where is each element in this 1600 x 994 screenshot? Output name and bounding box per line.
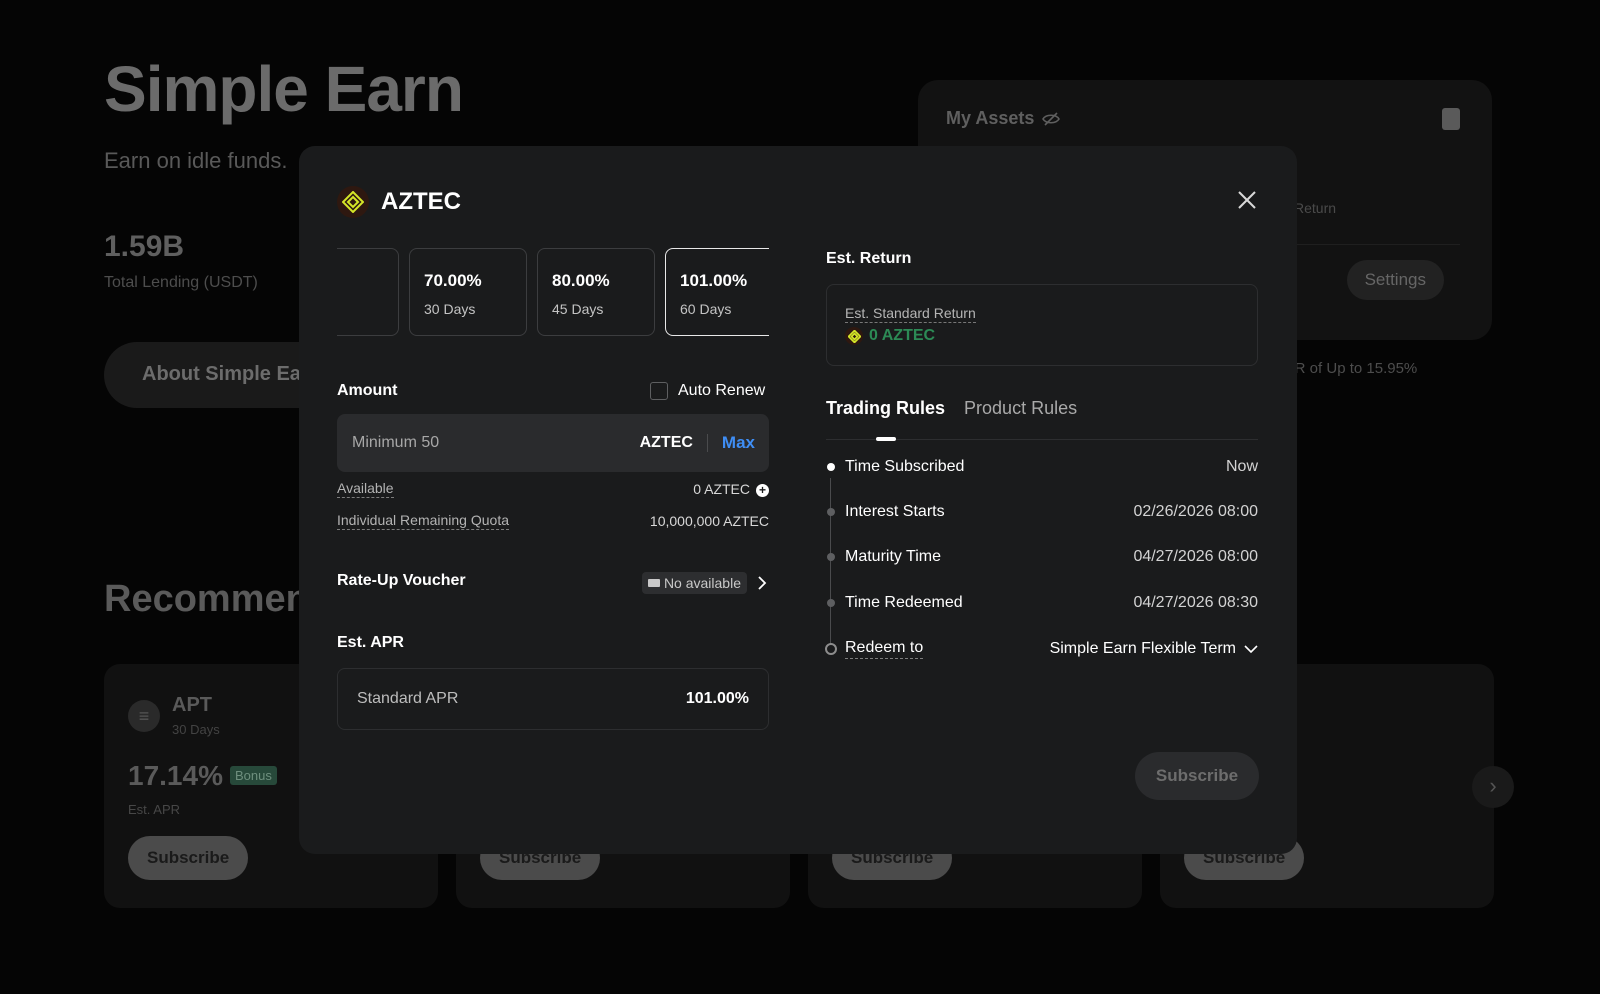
term-rate: 70.00% bbox=[424, 271, 482, 290]
modal-header: AZTEC bbox=[337, 186, 461, 218]
timeline-label: Time Subscribed bbox=[845, 458, 965, 475]
timeline-dot bbox=[827, 553, 835, 561]
quota-value: 10,000,000 AZTEC bbox=[649, 513, 769, 529]
aztec-coin-icon bbox=[845, 327, 863, 345]
document-icon[interactable] bbox=[1442, 108, 1460, 130]
term-days: 30 Days bbox=[424, 301, 476, 317]
timeline-label: Maturity Time bbox=[845, 548, 942, 565]
amount-unit: AZTEC bbox=[640, 434, 708, 452]
chevron-down-icon bbox=[1244, 645, 1258, 654]
add-funds-icon[interactable]: + bbox=[756, 483, 769, 497]
quota-label: Individual Remaining Quota bbox=[337, 512, 509, 530]
auto-renew-toggle[interactable]: Auto Renew bbox=[650, 382, 765, 400]
page-subtitle: Earn on idle funds. bbox=[104, 148, 288, 173]
carousel-next-icon[interactable]: › bbox=[1472, 766, 1514, 808]
ticket-icon bbox=[647, 579, 660, 587]
rules-tabs: Trading Rules Product Rules bbox=[826, 398, 1258, 441]
available-value-wrap: 0 AZTEC + bbox=[693, 481, 769, 497]
page-title: Simple Earn bbox=[104, 53, 464, 125]
timeline-value: Now bbox=[1225, 458, 1258, 475]
auto-renew-label: Auto Renew bbox=[678, 382, 766, 399]
close-icon[interactable] bbox=[1235, 188, 1259, 212]
modal-title: AZTEC bbox=[381, 188, 461, 215]
timeline-value: 04/27/2026 08:30 bbox=[1133, 594, 1258, 611]
redeem-cycle-icon bbox=[825, 643, 837, 655]
max-button[interactable]: Max bbox=[708, 433, 755, 453]
est-return-label: Est. Return bbox=[826, 250, 912, 267]
amount-field: AZTEC Max bbox=[337, 414, 769, 472]
apt-coin-icon: ≡ bbox=[128, 700, 160, 732]
timeline-item: Time Subscribed Now bbox=[824, 458, 1258, 476]
timeline-value: 04/27/2026 08:00 bbox=[1133, 548, 1258, 565]
timeline-item: Interest Starts 02/26/2026 08:00 bbox=[824, 503, 1258, 521]
total-lending-value: 1.59B bbox=[104, 230, 185, 263]
product-apr: 17.14% bbox=[128, 760, 223, 791]
term-option[interactable]: 70.00% 30 Days bbox=[409, 248, 527, 336]
available-row: Available 0 AZTEC + bbox=[337, 480, 769, 498]
tab-product-rules[interactable]: Product Rules bbox=[964, 398, 1077, 439]
my-assets-title: My Assets bbox=[946, 108, 1061, 129]
settings-button[interactable]: Settings bbox=[1346, 260, 1444, 300]
standard-apr-value: 101.00% bbox=[685, 690, 749, 707]
amount-input[interactable] bbox=[352, 434, 640, 452]
tab-trading-rules[interactable]: Trading Rules bbox=[826, 398, 945, 441]
term-rate: 101.00% bbox=[680, 271, 748, 290]
timeline-dot bbox=[827, 599, 835, 607]
est-return-box: Est. Standard Return 0 AZTEC bbox=[826, 284, 1258, 366]
auto-renew-checkbox[interactable] bbox=[650, 382, 668, 400]
timeline-dot bbox=[827, 508, 835, 516]
timeline-label: Time Redeemed bbox=[845, 594, 963, 611]
eye-off-icon[interactable] bbox=[1042, 111, 1061, 126]
timeline-value: 02/26/2026 08:00 bbox=[1133, 503, 1258, 520]
product-name: APT bbox=[172, 694, 212, 716]
chevron-right-icon bbox=[758, 576, 767, 590]
voucher-label: Rate-Up Voucher bbox=[337, 572, 466, 589]
est-standard-return: 0 AZTEC bbox=[845, 327, 1239, 345]
total-lending-label: Total Lending (USDT) bbox=[104, 274, 258, 291]
est-apr-label: Est. APR bbox=[337, 634, 404, 651]
available-label: Available bbox=[337, 480, 394, 498]
voucher-badge: No available bbox=[641, 572, 747, 594]
voucher-value: No available bbox=[663, 575, 741, 591]
term-option[interactable]: 80.00% 45 Days bbox=[537, 248, 655, 336]
amount-label: Amount bbox=[337, 382, 398, 399]
redeem-to-label: Redeem to bbox=[845, 639, 924, 659]
standard-apr-label: Standard APR bbox=[357, 690, 459, 707]
available-value: 0 AZTEC bbox=[693, 481, 750, 497]
subscribe-modal: AZTEC 2% 70.00% 30 Days 80.00% 45 Days 1… bbox=[299, 146, 1297, 854]
product-days: 30 Days bbox=[172, 722, 220, 737]
standard-apr-box: Standard APR 101.00% bbox=[337, 668, 769, 730]
timeline-item: Time Redeemed 04/27/2026 08:30 bbox=[824, 594, 1258, 612]
redeem-to-value: Simple Earn Flexible Term bbox=[1049, 640, 1236, 657]
est-standard-return-label: Est. Standard Return bbox=[845, 305, 976, 323]
timeline-item: Maturity Time 04/27/2026 08:00 bbox=[824, 548, 1258, 566]
assets-return-label: Return bbox=[1294, 200, 1337, 216]
term-days: 45 Days bbox=[552, 301, 604, 317]
my-assets-label: My Assets bbox=[946, 108, 1035, 128]
quota-row: Individual Remaining Quota 10,000,000 AZ… bbox=[337, 512, 769, 530]
voucher-selector[interactable]: No available bbox=[641, 572, 769, 594]
aztec-coin-icon bbox=[337, 186, 369, 218]
term-option[interactable]: 2% bbox=[337, 248, 399, 336]
timeline-label: Interest Starts bbox=[845, 503, 945, 520]
est-standard-return-value: 0 AZTEC bbox=[869, 327, 936, 344]
bonus-badge: Bonus bbox=[230, 766, 277, 785]
term-selector: 2% 70.00% 30 Days 80.00% 45 Days 101.00%… bbox=[337, 248, 769, 338]
term-option-selected[interactable]: 101.00% 60 Days bbox=[665, 248, 769, 336]
term-rate: 2% bbox=[337, 271, 384, 291]
timeline-dot bbox=[827, 463, 835, 471]
product-apr-label: Est. APR bbox=[128, 802, 181, 817]
subscribe-button[interactable]: Subscribe bbox=[1135, 752, 1259, 800]
redeem-to-select[interactable]: Simple Earn Flexible Term bbox=[1050, 640, 1258, 658]
term-rate: 80.00% bbox=[552, 271, 610, 290]
subscribe-button[interactable]: Subscribe bbox=[128, 836, 249, 880]
term-days: 60 Days bbox=[680, 301, 732, 317]
redeem-to-row: Redeem to Simple Earn Flexible Term bbox=[824, 639, 1258, 659]
